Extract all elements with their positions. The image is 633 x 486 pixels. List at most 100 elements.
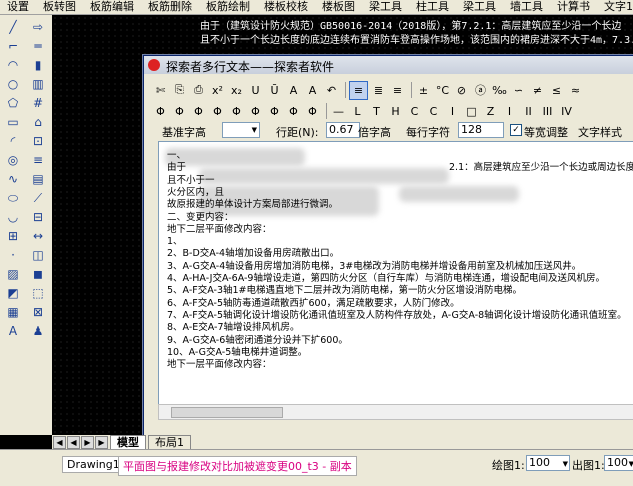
equal-width-checkbox[interactable]: ✓ [510,124,522,136]
menu-item[interactable]: 板转图 [36,0,83,14]
toolbar-button[interactable]: T [368,103,385,120]
polygon-icon[interactable]: ⬠ [4,95,22,111]
toolbar-button[interactable]: II [520,103,537,120]
output-scale-combo[interactable]: 100 [604,455,633,471]
region-icon[interactable]: ◩ [4,285,22,301]
column-icon[interactable]: ▮ [29,57,47,73]
mtext-icon[interactable]: A [4,323,22,339]
toolbar-button[interactable]: x² [209,82,226,99]
hatch-icon[interactable]: ▨ [4,266,22,282]
ellipse-arc-icon[interactable]: ◡ [4,209,22,225]
scroll-thumb[interactable] [171,407,283,418]
plot-scale-combo[interactable]: 100 [526,455,570,471]
toolbar-button[interactable]: Φ [247,103,264,120]
toolbar-button[interactable]: ⎘ [171,82,188,99]
arc-icon[interactable]: ◠ [4,57,22,73]
insert-icon[interactable]: ⊞ [4,228,22,244]
tab-model[interactable]: 模型 [110,435,146,449]
toolbar-button[interactable]: ≡ [389,82,406,99]
doc-tab-current[interactable]: 平面图与报建修改对比加被遮变更00_t3 - 副本 [118,456,357,476]
toolbar-button[interactable]: ✄ [152,82,169,99]
toolbar-button[interactable]: ± [415,82,432,99]
wall-icon[interactable]: ▥ [29,76,47,92]
toolbar-button[interactable]: ≣ [370,82,387,99]
rebar-icon[interactable]: ⟋ [29,190,47,206]
toolbar-button[interactable]: ↶ [323,82,340,99]
menu-item[interactable]: 设置 [0,0,36,14]
menu-item[interactable]: 文字1 [597,0,633,14]
last-tab-icon[interactable]: ▶ [95,435,108,449]
toolbar-button[interactable]: Φ [285,103,302,120]
prev-tab-icon[interactable]: ◀ [67,435,80,449]
menu-item[interactable]: 楼板校核 [257,0,315,14]
menu-item[interactable]: 计算书 [550,0,597,14]
toolbar-button[interactable]: A [304,82,321,99]
block-icon[interactable]: ◼ [29,266,47,282]
toolbar-button[interactable]: ‰ [491,82,508,99]
text-editor[interactable]: 一、 由于 且不小于一 火分区内，且 故原报建的单体设计方案局部进行微调。 二、变更内容：… [158,141,633,406]
table-icon[interactable]: ▦ [4,304,22,320]
arrow-icon[interactable]: ⇨ [29,19,47,35]
toolbar-button[interactable]: ⎙ [190,82,207,99]
menu-item[interactable]: 板筋绘制 [199,0,257,14]
toolbar-button[interactable]: I [501,103,518,120]
window-icon[interactable]: ⊡ [29,133,47,149]
toolbar-button[interactable]: C [406,103,423,120]
first-tab-icon[interactable]: ◀ [53,435,66,449]
toolbar-button[interactable]: ≡ [349,80,368,100]
toolbar-button[interactable]: Φ [190,103,207,120]
menu-item[interactable]: 板筋删除 [141,0,199,14]
dimension-icon[interactable]: ↔ [29,228,47,244]
toolbar-button[interactable]: □ [463,103,480,120]
toolbar-button[interactable]: Φ [209,103,226,120]
toolbar-button[interactable]: ≠ [529,82,546,99]
toolbar-button[interactable]: — [330,103,347,120]
toolbar-button[interactable]: ≤ [548,82,565,99]
toolbar-button[interactable]: °C [434,82,451,99]
line-spacing-input[interactable]: 0.67 [326,122,360,138]
toolbar-button[interactable]: Ū [266,82,283,99]
section-icon[interactable]: ⊟ [29,209,47,225]
toolbar-button[interactable]: IV [558,103,575,120]
arc2-icon[interactable]: ◜ [4,133,22,149]
layer-icon[interactable]: ◫ [29,247,47,263]
toolbar-button[interactable]: L [349,103,366,120]
menu-item[interactable]: 楼板图 [315,0,362,14]
polyline-icon[interactable]: ⌐ [4,38,22,54]
toolbar-button[interactable]: U [247,82,264,99]
menu-item[interactable]: 柱工具 [409,0,456,14]
point-icon[interactable]: · [4,247,22,263]
menu-item[interactable]: 墙工具 [503,0,550,14]
menu-item[interactable]: 梁工具 [362,0,409,14]
base-height-combo[interactable]: ▼ [222,122,260,138]
rectangle-icon[interactable]: ▭ [4,114,22,130]
select-icon[interactable]: ⬚ [29,285,47,301]
toolbar-button[interactable]: A [285,82,302,99]
toolbar-button[interactable]: III [539,103,556,120]
toolbar-button[interactable]: ⊘ [453,82,470,99]
horizontal-scrollbar[interactable] [158,404,633,420]
stair-icon[interactable]: ≡ [29,152,47,168]
door-icon[interactable]: ⌂ [29,114,47,130]
spline-icon[interactable]: ∿ [4,171,22,187]
toolbar-button[interactable]: ⓐ [472,82,489,99]
beam-icon[interactable]: ═ [29,38,47,54]
menu-item[interactable]: 梁工具 [456,0,503,14]
tab-layout1[interactable]: 布局1 [148,435,191,449]
toolbar-button[interactable]: Φ [266,103,283,120]
doc-tab-drawing1[interactable]: Drawing1 [62,456,125,473]
next-tab-icon[interactable]: ▶ [81,435,94,449]
toolbar-button[interactable]: H [387,103,404,120]
grid-icon[interactable]: # [29,95,47,111]
circle2-icon[interactable]: ◎ [4,152,22,168]
toolbar-button[interactable]: Φ [152,103,169,120]
line-icon[interactable]: ╱ [4,19,22,35]
toolbar-button[interactable]: Φ [171,103,188,120]
slab-icon[interactable]: ▤ [29,171,47,187]
toolbar-button[interactable]: ≈ [567,82,584,99]
toolbar-button[interactable]: Φ [304,103,321,120]
person-icon[interactable]: ♟ [29,323,47,339]
toolbar-button[interactable]: ∽ [510,82,527,99]
dialog-titlebar[interactable]: 探索者多行文本——探索者软件 [144,56,633,74]
toolbar-button[interactable]: Φ [228,103,245,120]
